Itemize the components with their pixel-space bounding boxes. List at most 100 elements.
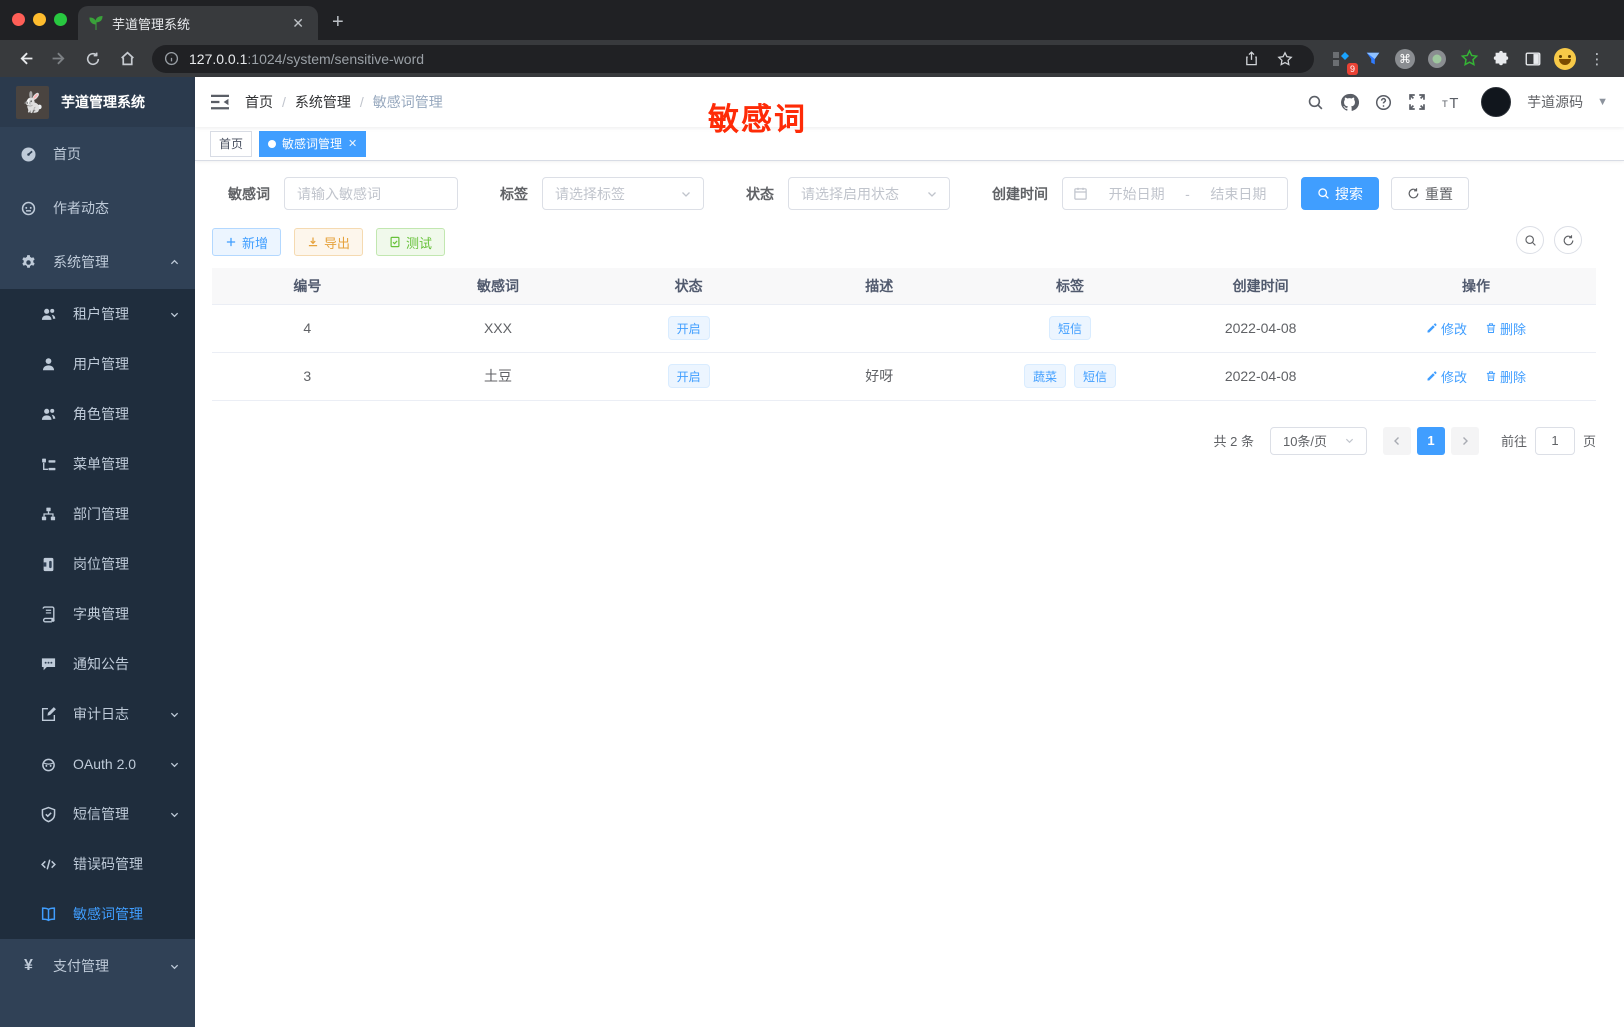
sidebar-item-oauth[interactable]: OAuth 2.0	[0, 739, 195, 789]
extension-green-star-icon[interactable]	[1456, 46, 1482, 72]
current-page[interactable]: 1	[1416, 426, 1445, 455]
main-panel: 敏感词 首页 / 系统管理 / 敏感词管理 T T 芋道源码 ▼ 首页 敏感词管…	[195, 77, 1624, 1027]
user-caret-down-icon[interactable]: ▼	[1597, 96, 1608, 108]
sidebar-collapse-icon[interactable]	[209, 93, 231, 111]
sidebar-item-menu[interactable]: 菜单管理	[0, 439, 195, 489]
user-avatar[interactable]	[1481, 87, 1512, 117]
menu-tree-icon	[40, 456, 57, 473]
user-name: 芋道源码	[1527, 94, 1584, 110]
dictionary-book-icon	[40, 605, 57, 623]
macos-traffic-lights	[12, 13, 67, 26]
forward-icon[interactable]	[45, 45, 73, 73]
delete-link[interactable]: 删除	[1485, 367, 1526, 386]
close-window-button[interactable]	[12, 13, 25, 26]
tab-close-icon[interactable]: ✕	[288, 15, 308, 32]
breadcrumb-system[interactable]: 系统管理	[295, 92, 351, 112]
chevron-down-icon	[927, 189, 937, 199]
refresh-button[interactable]	[1554, 226, 1582, 254]
reload-icon[interactable]	[79, 45, 107, 73]
bookmark-star-icon[interactable]	[1271, 45, 1299, 73]
back-icon[interactable]	[11, 45, 39, 73]
next-page-button[interactable]	[1450, 426, 1479, 455]
minimize-window-button[interactable]	[33, 13, 46, 26]
profile-emoji-icon[interactable]	[1552, 46, 1578, 72]
sidebar-item-errcode[interactable]: 错误码管理	[0, 839, 195, 889]
url-bar[interactable]: 127.0.0.1:1024/system/sensitive-word	[152, 44, 1314, 73]
cell-actions: 修改 删除	[1356, 304, 1596, 353]
sidebar-logo[interactable]: 🐇 芋道管理系统	[0, 77, 195, 127]
browser-tab[interactable]: 芋道管理系统 ✕	[78, 6, 318, 40]
tab-close-icon[interactable]: ✕	[348, 137, 357, 150]
extensions-puzzle-icon[interactable]	[1488, 46, 1514, 72]
edit-link[interactable]: 修改	[1426, 367, 1467, 386]
share-icon[interactable]	[1237, 45, 1265, 73]
sidebar-item-author-news[interactable]: 作者动态	[0, 181, 195, 235]
sidebar-item-role[interactable]: 角色管理	[0, 389, 195, 439]
browser-menu-icon[interactable]: ⋮	[1584, 46, 1610, 72]
test-button[interactable]: 测试	[376, 228, 446, 256]
home-icon[interactable]	[113, 45, 141, 73]
column-header: 状态	[593, 268, 784, 305]
user-icon	[40, 356, 57, 373]
delete-link[interactable]: 删除	[1485, 319, 1526, 338]
site-info-icon[interactable]	[164, 51, 179, 66]
sidebar-item-dict[interactable]: 字典管理	[0, 589, 195, 639]
tag-label: 标签	[500, 185, 528, 202]
tab-home[interactable]: 首页	[210, 130, 253, 157]
sidebar-item-tenant[interactable]: 租户管理	[0, 289, 195, 339]
goto-label: 前往	[1500, 434, 1527, 449]
sidebar-item-label: 审计日志	[73, 706, 129, 722]
tag-select[interactable]: 请选择标签	[542, 177, 704, 210]
sidebar-item-notice[interactable]: 通知公告	[0, 639, 195, 689]
new-tab-button[interactable]: +	[332, 12, 344, 32]
app-navbar: 首页 / 系统管理 / 敏感词管理 T T 芋道源码 ▼	[195, 77, 1624, 127]
table-toolbar: 新增 导出 测试	[212, 226, 1596, 256]
date-range-picker[interactable]: 开始日期 - 结束日期	[1062, 177, 1288, 210]
extension-command-icon[interactable]: ⌘	[1392, 46, 1418, 72]
zoom-window-button[interactable]	[54, 13, 67, 26]
sidebar-item-label: 通知公告	[73, 656, 129, 672]
red-annotation: 敏感词	[708, 102, 807, 137]
reset-button[interactable]: 重置	[1391, 177, 1469, 210]
sidebar-item-user[interactable]: 用户管理	[0, 339, 195, 389]
search-button[interactable]: 搜索	[1301, 177, 1379, 210]
add-button[interactable]: 新增	[212, 228, 282, 256]
sidebar-item-system[interactable]: 系统管理	[0, 235, 195, 289]
table-row: 4 XXX 开启 短信 2022-04-08 修改 删除	[212, 304, 1596, 353]
sidebar-item-label: 岗位管理	[73, 556, 129, 572]
sidebar-item-audit-log[interactable]: 审计日志	[0, 689, 195, 739]
split-view-icon[interactable]	[1520, 46, 1546, 72]
sidebar-item-dept[interactable]: 部门管理	[0, 489, 195, 539]
fullscreen-icon[interactable]	[1405, 90, 1429, 114]
tab-sensitive-word[interactable]: 敏感词管理 ✕	[259, 130, 367, 157]
sidebar-item-home[interactable]: 首页	[0, 127, 195, 181]
total-count: 共 2 条	[1213, 434, 1254, 449]
page-size-select[interactable]: 10条/页	[1269, 426, 1367, 455]
page-unit-label: 页	[1582, 434, 1596, 449]
sidebar-item-label: 首页	[53, 146, 81, 162]
edit-link[interactable]: 修改	[1426, 319, 1467, 338]
font-size-icon[interactable]: TT	[1439, 90, 1463, 114]
sidebar-item-sensitive-word[interactable]: 敏感词管理	[0, 889, 195, 939]
goto-page-input[interactable]: 1	[1534, 426, 1575, 455]
app-title: 芋道管理系统	[61, 94, 145, 110]
export-button[interactable]: 导出	[294, 228, 364, 256]
prev-page-button[interactable]	[1382, 426, 1411, 455]
status-select[interactable]: 请选择启用状态	[788, 177, 950, 210]
sidebar-item-post[interactable]: 岗位管理	[0, 539, 195, 589]
sidebar-item-sms[interactable]: 短信管理	[0, 789, 195, 839]
keyword-input[interactable]: 请输入敏感词	[284, 177, 458, 210]
extension-grid-icon[interactable]: 9	[1328, 46, 1358, 75]
help-icon[interactable]	[1371, 90, 1395, 114]
chevron-down-icon	[170, 760, 179, 769]
search-icon[interactable]	[1303, 90, 1327, 114]
breadcrumb-home[interactable]: 首页	[245, 92, 273, 112]
extension-record-icon[interactable]	[1424, 46, 1450, 72]
extension-funnel-icon[interactable]	[1360, 46, 1386, 72]
sidebar-item-pay[interactable]: ¥ 支付管理	[0, 939, 195, 993]
table-header-row: 编号 敏感词 状态 描述 标签 创建时间 操作	[212, 268, 1596, 305]
github-icon[interactable]	[1337, 90, 1361, 114]
sidebar-item-label: 作者动态	[53, 200, 109, 216]
cell-description: 好呀	[783, 352, 975, 401]
toggle-search-button[interactable]	[1516, 226, 1544, 254]
